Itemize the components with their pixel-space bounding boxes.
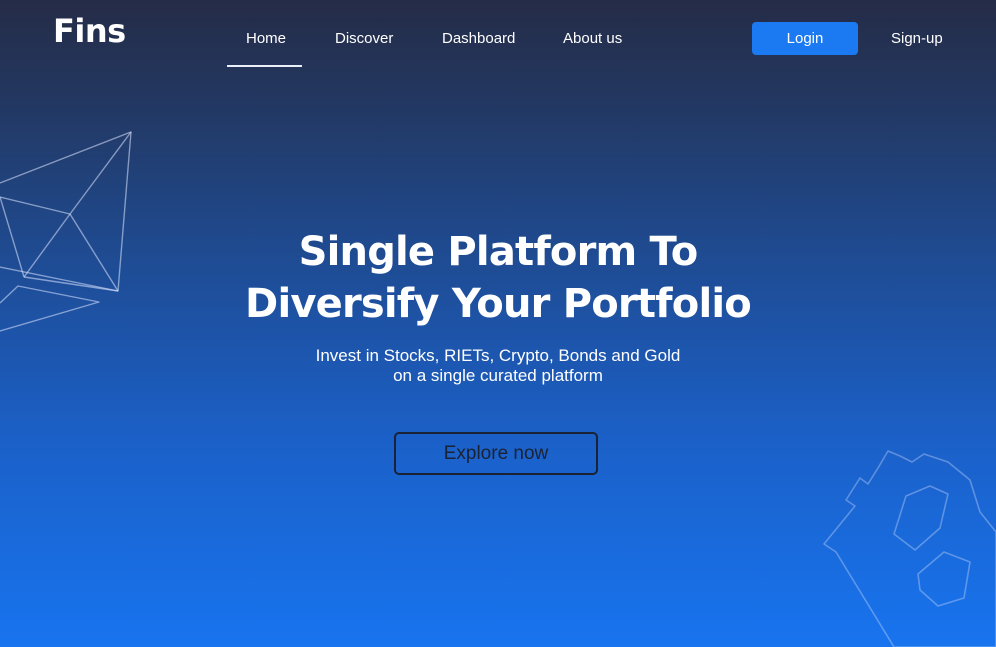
hero-subtitle: Invest in Stocks, RIETs, Crypto, Bonds a… bbox=[0, 346, 996, 386]
nav-about-us[interactable]: About us bbox=[563, 30, 622, 47]
hero-title-line-1: Single Platform To bbox=[298, 229, 699, 275]
hero-title-line-2: Diversify Your Portfolio bbox=[245, 281, 752, 327]
signup-link[interactable]: Sign-up bbox=[891, 30, 943, 47]
hero-title: Single Platform To Diversify Your Portfo… bbox=[0, 226, 996, 330]
explore-now-button[interactable]: Explore now bbox=[394, 432, 598, 475]
hero-subtitle-line-2: on a single curated platform bbox=[393, 366, 603, 385]
logo[interactable]: Fins bbox=[53, 12, 126, 50]
nav-dashboard[interactable]: Dashboard bbox=[442, 30, 515, 47]
login-button[interactable]: Login bbox=[752, 22, 858, 55]
nav-discover[interactable]: Discover bbox=[335, 30, 393, 47]
nav-home[interactable]: Home bbox=[246, 30, 286, 47]
bitcoin-icon bbox=[823, 450, 996, 647]
active-nav-underline bbox=[227, 65, 302, 67]
hero-subtitle-line-1: Invest in Stocks, RIETs, Crypto, Bonds a… bbox=[315, 346, 681, 365]
